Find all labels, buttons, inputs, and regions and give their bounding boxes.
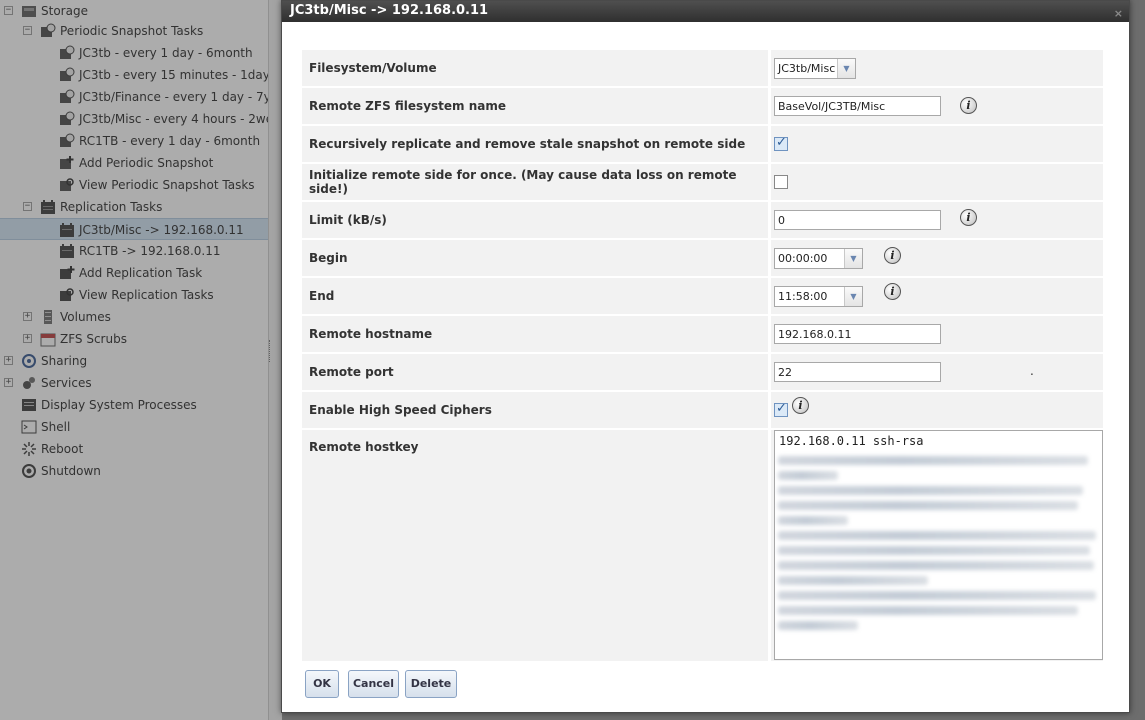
info-icon[interactable]: i [960, 209, 977, 226]
ciphers-checkbox[interactable]: ✓ [774, 401, 788, 418]
info-icon[interactable]: i [792, 397, 809, 414]
hostname-label: Remote hostname [302, 316, 768, 352]
info-icon[interactable]: i [884, 247, 901, 264]
replication-task-dialog: JC3tb/Misc -> 192.168.0.11 × Filesystem/… [281, 0, 1130, 713]
filesystem-select-value: JC3tb/Misc [778, 61, 836, 75]
checkmark-icon: ✓ [776, 135, 787, 151]
remote-fs-label: Remote ZFS filesystem name [302, 88, 768, 124]
hostname-input[interactable] [774, 324, 941, 344]
form-row-recursive: Recursively replicate and remove stale s… [302, 126, 1103, 162]
filesystem-select[interactable]: JC3tb/Misc ▼ [774, 57, 856, 79]
stray-dot: . [1030, 364, 1034, 378]
chevron-down-icon[interactable]: ▼ [837, 58, 855, 78]
port-input[interactable] [774, 362, 941, 382]
form-row-hostkey: Remote hostkey 192.168.0.11 ssh-rsa [302, 430, 1103, 661]
initialize-checkbox[interactable] [774, 175, 788, 190]
remote-fs-input[interactable] [774, 96, 941, 116]
ciphers-label: Enable High Speed Ciphers [302, 392, 768, 428]
info-icon[interactable]: i [960, 97, 977, 114]
form-row-initialize: Initialize remote side for once. (May ca… [302, 164, 1103, 200]
begin-time-select[interactable]: 00:00:00 ▼ [774, 247, 863, 269]
end-label: End [302, 278, 768, 314]
chevron-down-icon[interactable]: ▼ [844, 248, 862, 268]
form-row-hostname: Remote hostname [302, 316, 1103, 352]
info-icon[interactable]: i [884, 283, 901, 300]
form-row-end: End 11:58:00 ▼ i [302, 278, 1103, 314]
recursive-label: Recursively replicate and remove stale s… [302, 126, 768, 162]
port-label: Remote port [302, 354, 768, 390]
begin-time-value: 00:00:00 [778, 251, 828, 265]
redacted-hostkey [774, 450, 1099, 630]
hostkey-label: Remote hostkey [302, 430, 768, 661]
form-row-filesystem: Filesystem/Volume JC3tb/Misc ▼ [302, 50, 1103, 86]
recursive-checkbox[interactable]: ✓ [774, 135, 788, 152]
limit-input[interactable] [774, 210, 941, 230]
form-row-port: Remote port . [302, 354, 1103, 390]
delete-button[interactable]: Delete [405, 670, 457, 698]
replication-form: Filesystem/Volume JC3tb/Misc ▼ Remote ZF… [302, 48, 1103, 663]
end-time-value: 11:58:00 [778, 289, 828, 303]
dialog-title: JC3tb/Misc -> 192.168.0.11 [290, 3, 489, 18]
chevron-down-icon[interactable]: ▼ [844, 286, 862, 306]
dialog-titlebar[interactable]: JC3tb/Misc -> 192.168.0.11 × [282, 1, 1129, 22]
hostkey-textarea-wrap: 192.168.0.11 ssh-rsa [774, 430, 1103, 660]
ok-button[interactable]: OK [305, 670, 339, 698]
begin-label: Begin [302, 240, 768, 276]
limit-label: Limit (kB/s) [302, 202, 768, 238]
checkmark-icon: ✓ [776, 401, 787, 417]
cancel-button[interactable]: Cancel [348, 670, 399, 698]
filesystem-label: Filesystem/Volume [302, 50, 768, 86]
form-row-begin: Begin 00:00:00 ▼ i [302, 240, 1103, 276]
form-row-limit: Limit (kB/s) i [302, 202, 1103, 238]
close-icon[interactable]: × [1114, 4, 1123, 24]
form-row-remote-fs: Remote ZFS filesystem name i [302, 88, 1103, 124]
form-row-ciphers: Enable High Speed Ciphers ✓ i [302, 392, 1103, 428]
initialize-label: Initialize remote side for once. (May ca… [302, 164, 768, 200]
end-time-select[interactable]: 11:58:00 ▼ [774, 285, 863, 307]
